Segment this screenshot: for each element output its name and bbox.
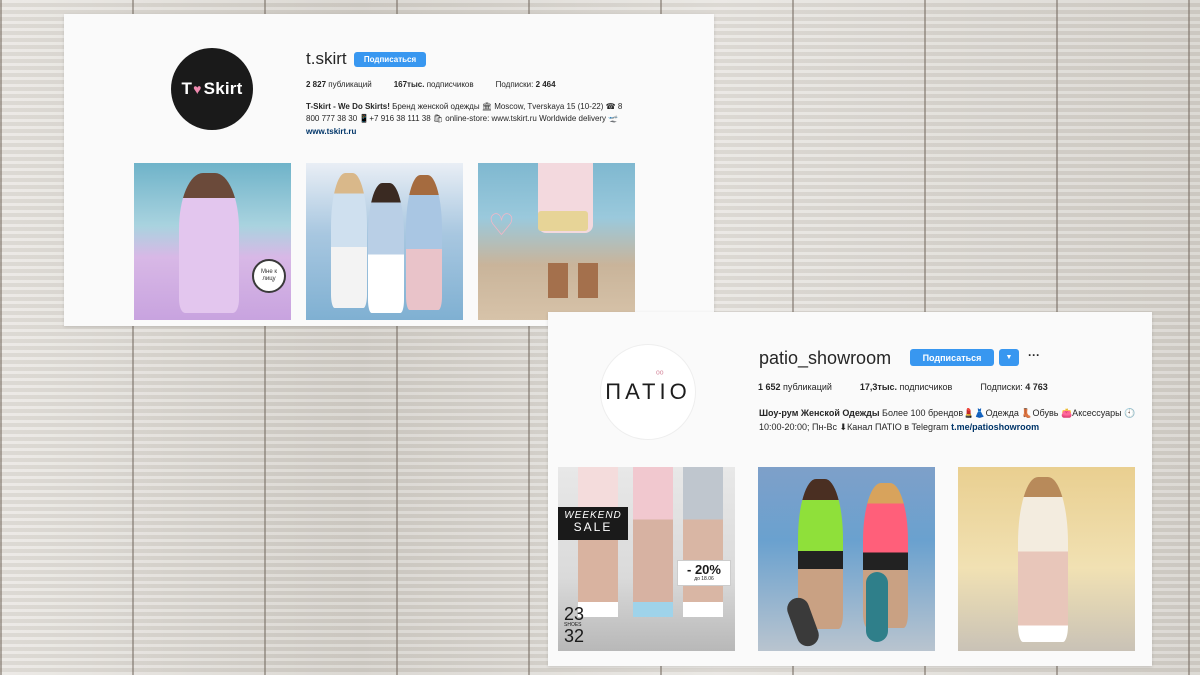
post-thumbnail[interactable] <box>306 163 463 320</box>
profile-avatar[interactable]: T♥ Skirt <box>171 48 253 130</box>
avatar-logo-text: ПАТIO <box>605 379 691 404</box>
post-thumbnail[interactable]: Мне к лицу <box>134 163 291 320</box>
profile-card-patio: ПАТIO ᵒᵒ patio_showroom Подписаться ▼ ··… <box>548 312 1152 666</box>
photo-placeholder <box>683 467 723 617</box>
posts-grid: WEEKEND SALE - 20% до 18.06 23 SHOES 32 <box>558 467 1158 651</box>
profile-bio: T-Skirt - We Do Skirts! Бренд женской од… <box>306 101 636 138</box>
stat-following[interactable]: Подписки: 2 464 <box>496 80 556 89</box>
stat-following[interactable]: Подписки: 4 763 <box>980 382 1047 392</box>
handbag-shape <box>538 211 588 231</box>
skateboard-shape <box>866 572 888 642</box>
username[interactable]: patio_showroom <box>759 348 891 369</box>
brand-corner-mark: 23 SHOES 32 <box>564 604 585 646</box>
discount-value: - 20% <box>687 562 721 577</box>
heart-outline-icon: ♡ <box>488 209 515 242</box>
photo-placeholder <box>578 467 618 617</box>
bio-name: T-Skirt - We Do Skirts! <box>306 102 390 111</box>
discount-date: до 18.06 <box>694 576 714 582</box>
profile-stats: 1 652 публикаций 17,3тыс. подписчиков По… <box>758 382 1076 392</box>
photo-placeholder <box>368 183 404 313</box>
sale-line2: SALE <box>573 520 613 534</box>
corner-bottom: 32 <box>564 625 585 646</box>
post-thumbnail[interactable]: ♡ <box>478 163 635 320</box>
corner-top: 23 <box>564 604 585 625</box>
bio-link[interactable]: t.me/patioshowroom <box>951 422 1039 432</box>
sandals-shape <box>548 263 598 298</box>
follow-button[interactable]: Подписаться <box>354 52 426 67</box>
photo-placeholder <box>331 173 367 308</box>
profile-avatar[interactable]: ПАТIO ᵒᵒ <box>600 344 696 440</box>
photo-placeholder <box>633 467 673 617</box>
profile-card-tskirt: T♥ Skirt t.skirt Подписаться 2 827 публик… <box>64 14 714 326</box>
photo-placeholder <box>179 173 239 313</box>
caret-down-icon: ▼ <box>1005 354 1013 361</box>
more-options-icon[interactable]: ··· <box>1028 349 1042 364</box>
profile-bio: Шоу-рум Женской Одежды Более 100 брендов… <box>759 407 1139 435</box>
post-thumbnail[interactable] <box>758 467 935 651</box>
stat-followers[interactable]: 17,3тыс. подписчиков <box>860 382 952 392</box>
sticker-badge: Мне к лицу <box>252 259 286 293</box>
posts-grid: Мне к лицу ♡ <box>134 163 650 320</box>
avatar-logo-text: T♥ Skirt <box>181 79 243 98</box>
bow-icon: ᵒᵒ <box>656 369 664 380</box>
bio-name: Шоу-рум Женской Одежды <box>759 408 880 418</box>
heart-icon: ♥ <box>193 81 202 97</box>
profile-stats: 2 827 публикаций 167тыс. подписчиков Под… <box>306 80 578 89</box>
post-thumbnail[interactable] <box>958 467 1135 651</box>
stat-posts: 1 652 публикаций <box>758 382 832 392</box>
discount-badge: - 20% до 18.06 <box>677 560 731 586</box>
stat-followers[interactable]: 167тыс. подписчиков <box>394 80 474 89</box>
stat-posts: 2 827 публикаций <box>306 80 372 89</box>
bio-link[interactable]: www.tskirt.ru <box>306 127 356 136</box>
suggestions-dropdown-button[interactable]: ▼ <box>999 349 1019 366</box>
username[interactable]: t.skirt <box>306 49 347 69</box>
post-thumbnail[interactable]: WEEKEND SALE - 20% до 18.06 23 SHOES 32 <box>558 467 735 651</box>
photo-placeholder <box>406 175 442 310</box>
weekend-sale-badge: WEEKEND SALE <box>558 507 628 540</box>
photo-placeholder <box>1018 477 1068 642</box>
follow-button[interactable]: Подписаться <box>910 349 994 366</box>
